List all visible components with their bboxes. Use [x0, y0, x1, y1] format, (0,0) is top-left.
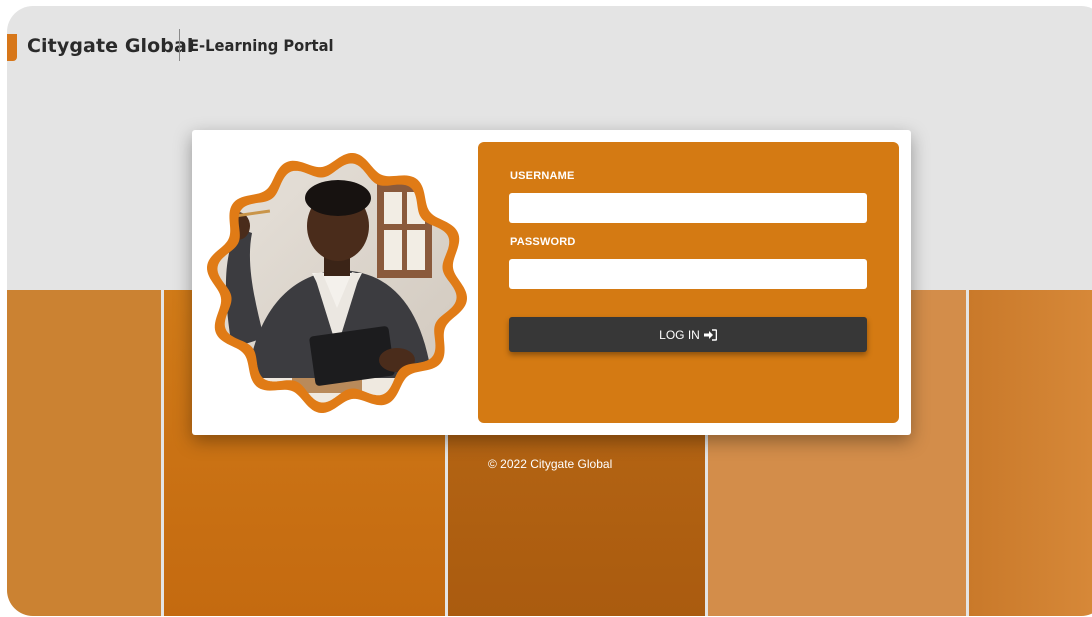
- background-tile: [969, 290, 1092, 616]
- password-input[interactable]: [509, 259, 867, 289]
- portal-title: E-Learning Portal: [189, 36, 334, 55]
- login-panel: USERNAME PASSWORD LOG IN: [478, 142, 899, 423]
- username-label: USERNAME: [510, 170, 575, 182]
- copyright-text: © 2022 Citygate Global: [488, 457, 613, 471]
- student-photo: [202, 148, 472, 418]
- background-tile: [7, 290, 161, 616]
- brand-name: Citygate Global: [27, 35, 194, 57]
- login-card: USERNAME PASSWORD LOG IN: [192, 130, 911, 435]
- logo-icon: [7, 34, 17, 61]
- login-button[interactable]: LOG IN: [509, 317, 867, 352]
- header: Citygate Global E-Learning Portal: [7, 6, 1092, 86]
- page-frame: Citygate Global E-Learning Portal © 2022…: [7, 6, 1092, 616]
- username-input[interactable]: [509, 193, 867, 223]
- header-divider: [179, 29, 180, 61]
- password-label: PASSWORD: [510, 236, 576, 248]
- login-button-label: LOG IN: [659, 327, 700, 342]
- sign-in-icon: [703, 328, 717, 341]
